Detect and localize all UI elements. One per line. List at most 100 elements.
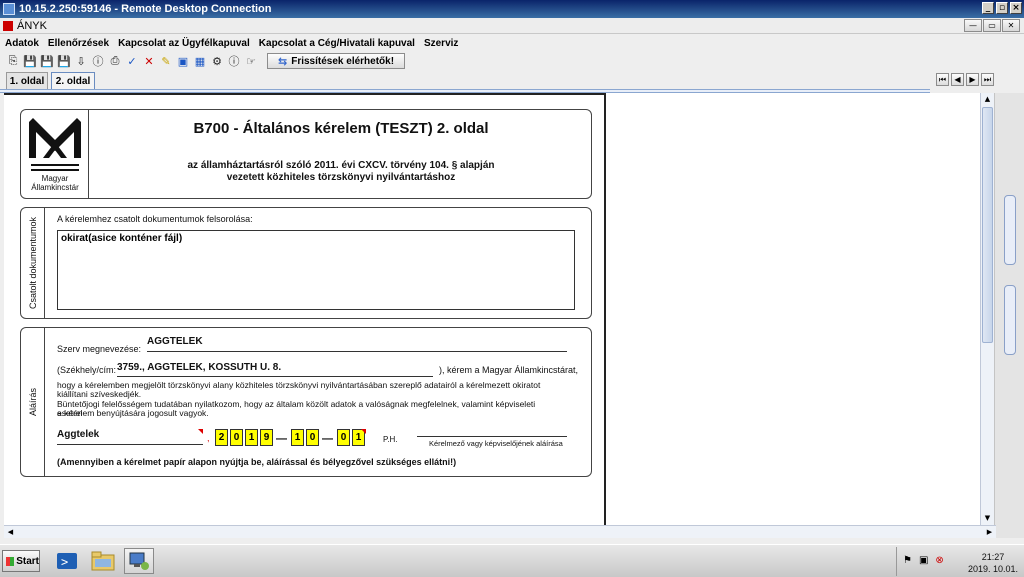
first-page-button[interactable]: ⏮ xyxy=(936,73,949,86)
menu-adatok[interactable]: Adatok xyxy=(0,38,43,49)
send-icon[interactable]: ▣ xyxy=(176,54,190,68)
rdp-app-icon xyxy=(3,3,15,15)
refresh-icon: ⇆ xyxy=(278,54,288,68)
date-year-digit-1[interactable]: 2 xyxy=(215,429,228,446)
print-icon[interactable]: ⎙ xyxy=(108,54,122,68)
date-separator-2: — xyxy=(322,433,333,445)
network-taskbar-button[interactable] xyxy=(124,548,154,574)
clock-date: 2019. 10.01. xyxy=(967,564,1018,574)
info-icon[interactable]: ⓘ xyxy=(227,54,241,68)
attachments-field[interactable]: okirat(asice konténer fájl) xyxy=(57,230,575,310)
logo-lines xyxy=(31,164,79,171)
import-icon[interactable]: ⇩ xyxy=(74,54,88,68)
signature-side-label: Aláírás xyxy=(21,328,45,476)
date-month-digit-1[interactable]: 1 xyxy=(291,429,304,446)
delete-icon[interactable]: ✕ xyxy=(142,54,156,68)
menu-szerviz[interactable]: Szerviz xyxy=(419,38,462,49)
prev-page-button[interactable]: ◀ xyxy=(951,73,964,86)
horizontal-scrollbar[interactable]: ◀ ▶ xyxy=(4,525,996,538)
rdp-close-button[interactable]: × xyxy=(1010,2,1022,14)
date-day-digit-1[interactable]: 0 xyxy=(337,429,350,446)
scroll-thumb[interactable] xyxy=(982,107,993,343)
address-label: (Székhely/cím: xyxy=(57,365,117,375)
scroll-up-icon[interactable]: ▲ xyxy=(981,93,994,106)
form-subtitle: az államháztartásról szóló 2011. évi CXC… xyxy=(89,160,593,184)
clock[interactable]: 21:27 2019. 10.01. xyxy=(968,551,1018,575)
tab-page-2[interactable]: 2. oldal xyxy=(51,72,95,90)
treasury-logo: Magyar Államkincstár xyxy=(21,110,89,198)
org-name-label: Szerv megnevezése: xyxy=(57,344,142,354)
start-label: Start xyxy=(16,555,39,567)
powershell-taskbar-button[interactable]: > xyxy=(52,548,82,574)
scroll-down-icon[interactable]: ▼ xyxy=(981,512,994,525)
new-doc-icon[interactable]: ⎘ xyxy=(6,54,20,68)
save-as-icon[interactable]: 💾 xyxy=(40,54,54,68)
form-page: Magyar Államkincstár B700 - Általános ké… xyxy=(4,93,606,525)
signature-line xyxy=(417,436,567,437)
taskbar: Start > ⚑ ▣ ⊗ 21:27 2019. 10.01. xyxy=(0,544,1024,577)
check-icon[interactable]: ✓ xyxy=(125,54,139,68)
rdp-title-text: 10.15.2.250:59146 - Remote Desktop Conne… xyxy=(19,3,272,15)
attachments-side-label-text: Csatolt dokumentumok xyxy=(27,216,38,310)
flag-icon[interactable]: ⚑ xyxy=(903,555,912,566)
maximize-button[interactable]: ▭ xyxy=(983,19,1001,32)
close-button[interactable]: ✕ xyxy=(1002,19,1020,32)
highlight-icon[interactable]: ✎ xyxy=(159,54,173,68)
place-field-marker xyxy=(198,429,203,434)
menu-cegkapu[interactable]: Kapcsolat a Cég/Hivatali kapuval xyxy=(254,38,419,49)
scroll-left-icon[interactable]: ◀ xyxy=(4,526,17,538)
page-tabs: 1. oldal 2. oldal xyxy=(0,72,1024,90)
declaration-line-4: a kérelem benyújtására jogosult vagyok. xyxy=(57,408,209,418)
hand-icon[interactable]: ☞ xyxy=(244,54,258,68)
start-button[interactable]: Start xyxy=(2,550,40,572)
menu-ellenorzesek[interactable]: Ellenőrzések xyxy=(43,38,113,49)
volume-muted-icon[interactable]: ⊗ xyxy=(935,555,943,566)
system-tray: ⚑ ▣ ⊗ 21:27 2019. 10.01. xyxy=(896,547,1024,576)
form-subtitle-line-2: vezetett közhiteles törzskönyvi nyilvánt… xyxy=(226,172,456,183)
network-status-icon[interactable]: ▣ xyxy=(919,555,928,566)
side-panel xyxy=(994,93,1024,538)
vertical-scrollbar[interactable]: ▲ ▼ xyxy=(980,93,994,525)
last-page-button[interactable]: ⏭ xyxy=(981,73,994,86)
treasury-logo-mark xyxy=(29,118,81,158)
page-navigator: ⏮ ◀ ▶ ⏭ xyxy=(936,73,994,86)
logo-text-line-1: Magyar xyxy=(41,174,69,183)
anyk-app-icon xyxy=(3,20,13,31)
org-name-field[interactable]: AGGTELEK xyxy=(147,336,567,352)
date-month-digit-2[interactable]: 0 xyxy=(306,429,319,446)
calculator-icon[interactable]: ▦ xyxy=(193,54,207,68)
place-comma: , xyxy=(207,433,210,443)
minimize-button[interactable]: — xyxy=(964,19,982,32)
date-field-marker xyxy=(361,429,366,434)
address-field[interactable]: 3759., AGGTELEK, KOSSUTH U. 8. xyxy=(117,362,433,377)
place-field[interactable]: Aggtelek xyxy=(57,429,203,445)
rdp-minimize-button[interactable]: _ xyxy=(982,2,994,14)
explorer-taskbar-button[interactable] xyxy=(88,548,118,574)
side-panel-tab-1[interactable] xyxy=(1004,195,1016,265)
clock-time: 21:27 xyxy=(981,552,1005,562)
save-icon[interactable]: 💾 xyxy=(23,54,37,68)
declaration-line-2: kiállítani szíveskedjék. xyxy=(57,389,142,399)
date-year-digit-2[interactable]: 0 xyxy=(230,429,243,446)
form-header: Magyar Államkincstár B700 - Általános ké… xyxy=(20,109,592,199)
tab-page-1[interactable]: 1. oldal xyxy=(6,72,48,89)
stamp-label: P.H. xyxy=(383,435,398,444)
attachments-caption: A kérelemhez csatolt dokumentumok felsor… xyxy=(57,214,253,224)
info-book-icon[interactable]: ⓘ xyxy=(91,54,105,68)
date-year-digit-4[interactable]: 9 xyxy=(260,429,273,446)
rdp-restore-button[interactable]: ▫ xyxy=(996,2,1008,14)
date-year-digit-3[interactable]: 1 xyxy=(245,429,258,446)
rdp-title-bar: 10.15.2.250:59146 - Remote Desktop Conne… xyxy=(0,0,1024,18)
toolbar: ⎘ 💾 💾 💾 ⇩ ⓘ ⎙ ✓ ✕ ✎ ▣ ▦ ⚙ ⓘ ☞ ⇆ Frissíté… xyxy=(0,52,1024,70)
scroll-right-icon[interactable]: ▶ xyxy=(983,526,996,538)
attachments-section: Csatolt dokumentumok A kérelemhez csatol… xyxy=(20,207,592,319)
updates-available-button[interactable]: ⇆ Frissítések elérhetők! xyxy=(267,53,406,69)
menu-ugyfelkapu[interactable]: Kapcsolat az Ügyfélkapuval xyxy=(113,38,254,49)
logo-text: Magyar Államkincstár xyxy=(21,174,89,192)
attach-icon[interactable]: ⚙ xyxy=(210,54,224,68)
next-page-button[interactable]: ▶ xyxy=(966,73,979,86)
save-all-icon[interactable]: 💾 xyxy=(57,54,71,68)
folder-icon xyxy=(91,551,115,571)
side-panel-tab-2[interactable] xyxy=(1004,285,1016,355)
blank-area xyxy=(608,93,996,525)
